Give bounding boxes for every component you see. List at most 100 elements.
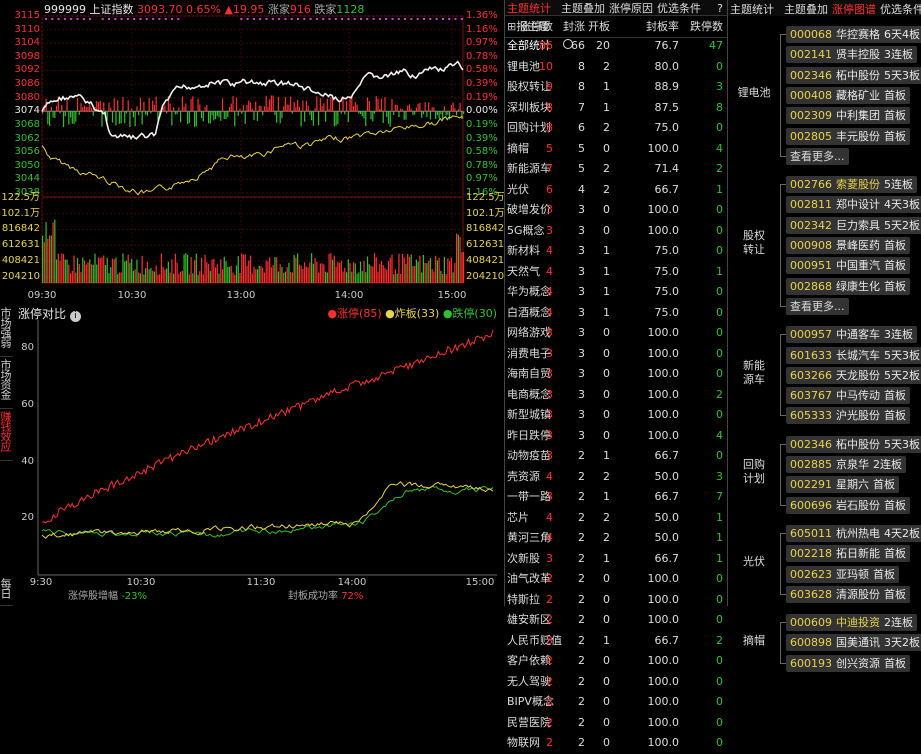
stock-chip[interactable]: 002868 绿康生化 首板 xyxy=(786,277,910,295)
stock-chip[interactable]: 000609 中迪投资 2连板 xyxy=(786,614,917,632)
stock-chip[interactable]: 002291 星期六 首板 xyxy=(786,476,899,494)
table-row[interactable]: 全部统计 86 66 20 76.7 47 xyxy=(505,36,727,57)
stock-chip[interactable]: 000951 中国重汽 首板 xyxy=(786,257,910,275)
help-button[interactable]: ? xyxy=(717,3,723,14)
table-row[interactable]: 网络游戏 3 3 0 100.0 0 xyxy=(505,323,727,344)
breadth-bar xyxy=(253,111,255,121)
view-more-button[interactable]: 查看更多... xyxy=(786,147,849,165)
volume-bar xyxy=(174,253,176,283)
stock-chip[interactable]: 000908 景峰医药 首板 xyxy=(786,237,910,254)
avg-price-line xyxy=(41,115,464,196)
table-row[interactable]: 光伏 6 4 2 66.7 1 xyxy=(505,180,727,201)
tab-limit-reason[interactable]: 涨停原因 xyxy=(609,3,653,14)
stock-chip[interactable]: 002346 柘中股份 5天3板 xyxy=(786,435,921,453)
table-row[interactable]: 芯片 4 2 2 50.0 1 xyxy=(505,508,727,529)
table-row[interactable]: 天然气 4 3 1 75.0 1 xyxy=(505,262,727,283)
stock-chip[interactable]: 002141 贤丰控股 3连板 xyxy=(786,46,917,64)
table-row[interactable]: 深圳板块 8 7 1 87.5 8 xyxy=(505,98,727,119)
stock-name: 长城汽车 xyxy=(836,348,880,362)
table-row[interactable]: 锂电池 10 8 2 80.0 0 xyxy=(505,57,727,78)
side-tab-market-funds[interactable]: 市场资金 xyxy=(0,357,13,409)
stock-chip[interactable]: 000068 华控赛格 6天4板 xyxy=(786,26,921,43)
table-row[interactable]: 白酒概念 4 3 1 75.0 0 xyxy=(505,303,727,324)
side-tab-daily[interactable]: 每日 xyxy=(0,576,13,606)
stock-chip[interactable]: 000957 中通客车 3连板 xyxy=(786,326,917,344)
header-sealed[interactable]: 封涨 xyxy=(563,21,585,32)
stock-chip[interactable]: 002805 丰元股份 首板 xyxy=(786,127,910,145)
volume-bar xyxy=(359,261,362,283)
circle-icon[interactable] xyxy=(563,39,573,49)
table-row[interactable]: 人民币贬值 3 2 1 66.7 2 xyxy=(505,631,727,652)
tab-limit-map[interactable]: 涨停图谱 xyxy=(832,4,876,15)
tab-filter[interactable]: 优选条件 xyxy=(657,3,701,14)
table-row[interactable]: 5G概念 3 3 0 100.0 0 xyxy=(505,221,727,242)
volume-bar xyxy=(146,261,149,283)
tab-theme-stats[interactable]: 主题统计 xyxy=(507,3,551,14)
volume-bar xyxy=(387,261,390,283)
volume-bar xyxy=(290,271,292,283)
table-row[interactable]: 无人驾驶 2 2 0 100.0 0 xyxy=(505,672,727,693)
table-row[interactable]: 客户依赖 2 2 0 100.0 0 xyxy=(505,651,727,672)
table-row[interactable]: 壳资源 4 2 2 50.0 3 xyxy=(505,467,727,488)
table-row[interactable]: 特斯拉 2 2 0 100.0 0 xyxy=(505,590,727,611)
table-row[interactable]: 摘帽 5 5 0 100.0 4 xyxy=(505,139,727,160)
stock-chip[interactable]: 603767 中马传动 首板 xyxy=(786,387,910,405)
intraday-chart[interactable] xyxy=(0,0,503,303)
stock-chip[interactable]: 605333 沪光股份 首板 xyxy=(786,407,910,425)
tab-theme-overlay[interactable]: 主题叠加 xyxy=(561,3,605,14)
table-row[interactable]: 消费电子 3 3 0 100.0 0 xyxy=(505,344,727,365)
stock-chip[interactable]: 600193 创兴资源 首板 xyxy=(786,654,910,672)
table-row[interactable]: 回购计划 8 6 2 75.0 0 xyxy=(505,118,727,139)
table-row[interactable]: 新能源车 7 5 2 71.4 2 xyxy=(505,159,727,180)
table-row[interactable]: 新型城镇 3 3 0 100.0 0 xyxy=(505,405,727,426)
stock-chip[interactable]: 002218 拓日新能 首板 xyxy=(786,545,910,563)
table-row[interactable]: 破增发价 3 3 0 100.0 0 xyxy=(505,200,727,221)
table-row[interactable]: BIPV概念 2 2 0 100.0 0 xyxy=(505,692,727,713)
side-tab-profit-effect[interactable]: 赚钱效应 xyxy=(0,409,13,461)
stock-chip[interactable]: 002623 亚玛顿 首板 xyxy=(786,565,899,583)
header-limit-down[interactable]: 跌停数 xyxy=(690,21,723,32)
table-row[interactable]: 次新股 3 2 1 66.7 1 xyxy=(505,549,727,570)
stock-chip[interactable]: 002885 京泉华 2连板 xyxy=(786,456,906,473)
row-limit-up: 9 xyxy=(546,80,553,93)
table-row[interactable]: 物联网 2 2 0 100.0 0 xyxy=(505,733,727,754)
table-row[interactable]: 新材料 4 3 1 75.0 0 xyxy=(505,241,727,262)
volume-bar xyxy=(180,271,182,283)
stock-chip[interactable]: 000408 藏格矿业 首板 xyxy=(786,86,910,104)
stock-chip[interactable]: 002309 中利集团 首板 xyxy=(786,107,910,125)
stock-chip[interactable]: 605011 杭州热电 4天2板 xyxy=(786,524,921,542)
table-row[interactable]: 一带一路 3 2 1 66.7 7 xyxy=(505,487,727,508)
table-row[interactable]: 油气改革 2 2 0 100.0 0 xyxy=(505,569,727,590)
stock-chip[interactable]: 002766 索菱股份 5连板 xyxy=(786,176,917,194)
table-row[interactable]: 电商概念 3 3 0 100.0 2 xyxy=(505,385,727,406)
tab-filter-2[interactable]: 优选条件 xyxy=(880,4,921,15)
tab-theme-overlay-2[interactable]: 主题叠加 xyxy=(784,4,828,15)
table-row[interactable]: 民营医院 2 2 0 100.0 0 xyxy=(505,713,727,734)
table-row[interactable]: 动物疫苗 3 2 1 66.7 0 xyxy=(505,446,727,467)
view-more-button[interactable]: 查看更多... xyxy=(786,297,849,315)
stock-chip[interactable]: 603628 清源股份 首板 xyxy=(786,585,910,603)
breadth-bar xyxy=(405,111,407,120)
stock-chip[interactable]: 603266 天龙股份 5天2板 xyxy=(786,366,921,384)
board-count: 3连板 xyxy=(884,328,913,342)
table-row[interactable]: 黄河三角 4 2 2 50.0 1 xyxy=(505,528,727,549)
header-opened[interactable]: 开板 xyxy=(588,21,610,32)
stock-chip[interactable]: 601633 长城汽车 5天3板 xyxy=(786,346,921,364)
table-row[interactable]: 昨日跌停 3 3 0 100.0 4 xyxy=(505,426,727,447)
table-row[interactable]: 海南自贸 3 3 0 100.0 0 xyxy=(505,364,727,385)
row-sealed: 66 xyxy=(571,39,585,52)
tab-theme-stats-2[interactable]: 主题统计 xyxy=(730,4,774,15)
side-tab-market-strength[interactable]: 市场强弱 xyxy=(0,305,13,357)
info-icon[interactable]: i xyxy=(69,311,81,322)
header-limit-up[interactable]: 涨停数 xyxy=(520,21,553,32)
table-row[interactable]: 华为概念 4 3 1 75.0 0 xyxy=(505,282,727,303)
header-seal-rate[interactable]: 封板率 xyxy=(646,21,679,32)
stock-chip[interactable]: 002811 郑中设计 4天3板 xyxy=(786,196,921,214)
table-row[interactable]: 雄安新区 2 2 0 100.0 0 xyxy=(505,610,727,631)
table-row[interactable]: 股权转让 9 8 1 88.9 3 xyxy=(505,77,727,98)
pct-tick-label: 0.39% xyxy=(466,78,498,90)
stock-chip[interactable]: 002346 柘中股份 5天3板 xyxy=(786,66,921,84)
stock-chip[interactable]: 600696 岩石股份 首板 xyxy=(786,496,910,514)
stock-chip[interactable]: 600898 国美通讯 3天2板 xyxy=(786,634,921,652)
stock-chip[interactable]: 002342 巨力索具 5天2板 xyxy=(786,216,921,234)
